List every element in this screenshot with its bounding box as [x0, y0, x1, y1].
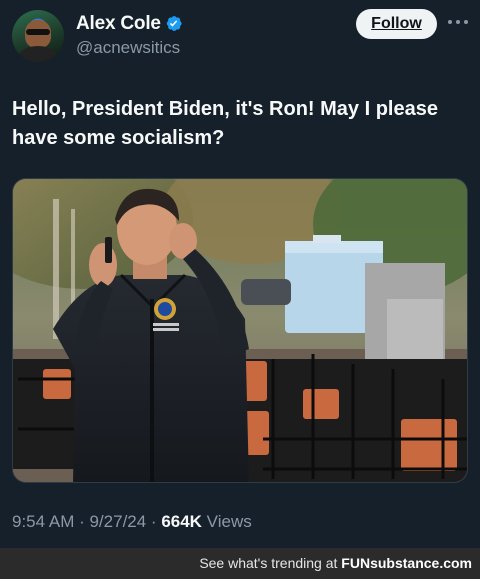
tweet-timestamp[interactable]: 9:54 AM · 9/27/24 · 664K Views — [12, 512, 252, 532]
follow-button[interactable]: Follow — [356, 9, 437, 39]
watermark-bar: See what's trending at FUNsubstance.com — [0, 548, 480, 579]
more-dot — [464, 20, 468, 24]
tweet-text: Hello, President Biden, it's Ron! May I … — [12, 98, 438, 149]
avatar-body — [18, 46, 58, 62]
tweet-photo[interactable] — [12, 178, 468, 483]
watermark-brand: FUNsubstance.com — [341, 555, 472, 571]
more-dot — [456, 20, 460, 24]
watermark-text[interactable]: See what's trending at FUNsubstance.com — [199, 555, 472, 571]
avatar-glasses — [26, 29, 50, 35]
avatar[interactable] — [12, 10, 64, 62]
author-display-name[interactable]: Alex Cole — [76, 13, 161, 35]
verified-badge-icon — [166, 16, 182, 31]
views-label: Views — [201, 512, 252, 531]
author-handle[interactable]: @acnewsitics — [76, 38, 180, 58]
more-dot — [448, 20, 452, 24]
more-options-icon[interactable] — [448, 20, 468, 26]
time-date: 9:54 AM · 9/27/24 · — [12, 512, 162, 531]
watermark-prefix: See what's trending at — [199, 555, 342, 571]
tweet-card: Alex Cole @acnewsitics Follow Hello, Pre… — [0, 0, 480, 548]
views-count: 664K — [161, 512, 202, 531]
photo-illustration — [13, 179, 467, 482]
